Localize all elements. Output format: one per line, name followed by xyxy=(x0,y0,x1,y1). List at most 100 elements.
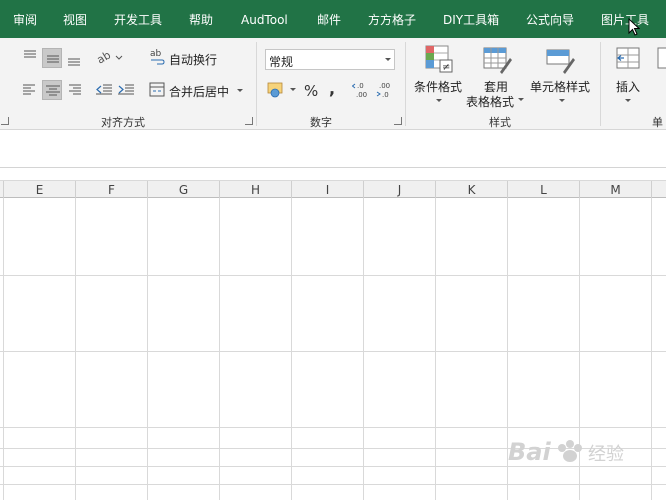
font-group-launcher-icon[interactable] xyxy=(1,117,9,125)
tab-diy-toolbox[interactable]: DIY工具箱 xyxy=(443,0,499,38)
conditional-format-button[interactable]: ≠ 条件格式 xyxy=(410,42,466,110)
column-header-f[interactable]: F xyxy=(76,181,148,198)
grid-line xyxy=(363,198,364,500)
format-as-table-icon xyxy=(483,47,512,74)
wrap-text-button[interactable]: ab 自动换行 xyxy=(148,48,218,68)
svg-text:.0: .0 xyxy=(382,91,389,99)
insert-cells-button[interactable]: 插入 xyxy=(610,42,650,110)
align-bottom-icon xyxy=(68,58,80,66)
grid-line xyxy=(219,198,220,500)
delete-cells-button[interactable] xyxy=(656,46,666,106)
formula-bar[interactable] xyxy=(0,130,666,168)
svg-text:经验: 经验 xyxy=(588,444,624,465)
merge-center-icon xyxy=(149,82,165,97)
svg-text:ab: ab xyxy=(95,48,113,66)
chevron-down-icon xyxy=(625,99,631,102)
svg-text:.0: .0 xyxy=(357,82,364,90)
comma-style-button[interactable]: , xyxy=(329,79,335,98)
mouse-cursor-icon xyxy=(628,18,640,36)
chevron-down-icon xyxy=(559,99,565,102)
grid-line xyxy=(0,484,666,485)
column-header-l[interactable]: L xyxy=(508,181,580,198)
column-header-n-partial[interactable] xyxy=(652,181,666,198)
tab-formula-wizard[interactable]: 公式向导 xyxy=(526,0,574,38)
format-as-table-button[interactable]: 套用 表格格式 xyxy=(466,42,526,110)
number-format-value: 常规 xyxy=(269,55,294,69)
orientation-button[interactable]: ab xyxy=(94,48,124,68)
decrease-decimal-button[interactable]: .00 .0 xyxy=(375,80,395,100)
wrap-text-icon: ab xyxy=(150,49,165,65)
conditional-format-label: 条件格式 xyxy=(414,80,463,94)
column-header-e[interactable]: E xyxy=(4,181,76,198)
number-group-label: 数字 xyxy=(310,116,332,129)
decrease-decimal-icon: .00 .0 xyxy=(376,82,390,99)
grid-line xyxy=(3,198,4,500)
chevron-down-icon xyxy=(385,58,391,61)
tab-mail[interactable]: 邮件 xyxy=(317,0,341,38)
cell-styles-icon xyxy=(546,49,575,74)
svg-text:Bai: Bai xyxy=(508,438,551,466)
watermark-logo: Bai 经验 xyxy=(508,438,624,466)
conditional-format-icon: ≠ xyxy=(425,45,453,73)
group-divider xyxy=(600,42,601,126)
align-right-icon xyxy=(69,84,81,95)
tab-audtool[interactable]: AudTool xyxy=(241,0,288,38)
svg-text:.00: .00 xyxy=(356,91,367,99)
grid-line xyxy=(291,198,292,500)
grid-line xyxy=(0,427,666,428)
grid-line xyxy=(0,351,666,352)
merge-center-label: 合并后居中 xyxy=(169,85,230,99)
number-launcher-icon[interactable] xyxy=(394,117,402,125)
wrap-text-label: 自动换行 xyxy=(169,53,218,67)
accounting-format-button[interactable] xyxy=(266,80,298,100)
percent-style-button[interactable]: % xyxy=(304,82,318,100)
ribbon-home: ab ab 自动换行 合并后居中 对齐方式 常规 % , .0 .00 .00 … xyxy=(0,38,666,130)
alignment-launcher-icon[interactable] xyxy=(245,117,253,125)
column-header-h[interactable]: H xyxy=(220,181,292,198)
tab-picture-tools[interactable]: 图片工具 xyxy=(601,0,649,38)
align-left-button[interactable] xyxy=(20,80,40,100)
increase-indent-button[interactable] xyxy=(116,80,136,100)
align-middle-button[interactable] xyxy=(42,48,62,68)
align-middle-icon xyxy=(47,55,59,63)
accounting-icon xyxy=(267,82,296,98)
ribbon-tab-bar: 审阅 视图 开发工具 帮助 AudTool 邮件 方方格子 DIY工具箱 公式向… xyxy=(0,0,666,38)
grid-line xyxy=(75,198,76,500)
grid-line xyxy=(0,275,666,276)
align-top-button[interactable] xyxy=(20,46,40,66)
decrease-indent-button[interactable] xyxy=(94,80,114,100)
column-header-j[interactable]: J xyxy=(364,181,436,198)
tab-developer[interactable]: 开发工具 xyxy=(114,0,162,38)
align-bottom-button[interactable] xyxy=(64,50,84,70)
tab-help[interactable]: 帮助 xyxy=(189,0,213,38)
cell-styles-button[interactable]: 单元格样式 xyxy=(528,42,592,110)
tab-view[interactable]: 视图 xyxy=(63,0,87,38)
align-left-icon xyxy=(23,84,35,95)
increase-decimal-button[interactable]: .0 .00 xyxy=(351,80,372,100)
align-right-button[interactable] xyxy=(64,80,84,100)
column-header-g[interactable]: G xyxy=(148,181,220,198)
decrease-indent-icon xyxy=(96,84,112,95)
column-header-k[interactable]: K xyxy=(436,181,508,198)
column-header-m[interactable]: M xyxy=(580,181,652,198)
column-header-i[interactable]: I xyxy=(292,181,364,198)
merge-center-button[interactable]: 合并后居中 xyxy=(148,80,248,100)
chevron-down-icon xyxy=(436,99,442,102)
styles-group-label: 样式 xyxy=(489,116,511,129)
tab-review[interactable]: 审阅 xyxy=(13,0,37,38)
align-center-icon xyxy=(46,85,60,96)
number-format-select[interactable]: 常规 xyxy=(265,49,395,70)
delete-cells-icon xyxy=(657,47,666,69)
chevron-down-icon xyxy=(518,98,524,101)
align-center-button[interactable] xyxy=(42,80,62,100)
tab-fangfanggezi[interactable]: 方方格子 xyxy=(368,0,416,38)
align-top-icon xyxy=(24,50,36,58)
format-as-table-label-2: 表格格式 xyxy=(466,95,515,109)
insert-cells-icon xyxy=(616,47,640,69)
column-header-row: E F G H I J K L M xyxy=(0,180,666,198)
grid-line xyxy=(651,198,652,500)
svg-text:ab: ab xyxy=(150,49,162,59)
alignment-group-label: 对齐方式 xyxy=(101,116,145,129)
text-orientation-icon: ab xyxy=(95,48,123,67)
group-divider xyxy=(256,42,257,126)
